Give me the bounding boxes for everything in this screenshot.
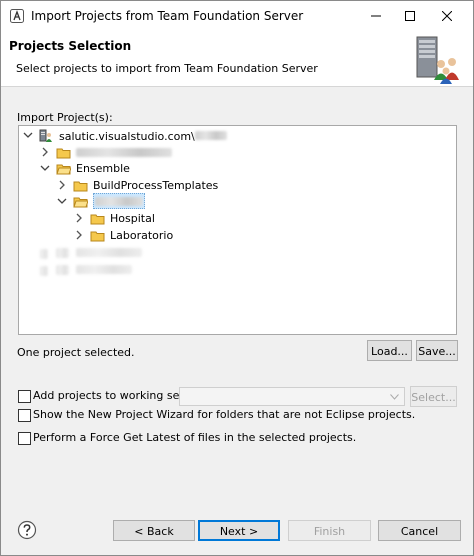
maximize-icon	[405, 11, 415, 21]
tree-row-hospital[interactable]: Hospital	[74, 210, 434, 227]
chevron-right-icon[interactable]	[74, 213, 84, 223]
working-set-label: Add projects to working set:	[33, 389, 188, 402]
app-icon	[10, 9, 24, 23]
redacted-folder-icon	[56, 248, 69, 258]
redacted-text	[95, 197, 143, 206]
chevron-down-icon[interactable]	[57, 196, 67, 206]
import-projects-label: Import Project(s):	[17, 111, 113, 124]
load-button[interactable]: Load...	[367, 340, 412, 361]
selection-status: One project selected.	[17, 346, 135, 359]
tree-item-label: Laboratorio	[110, 229, 174, 242]
chevron-down-icon[interactable]	[40, 163, 50, 173]
maximize-button[interactable]	[392, 3, 428, 29]
tree-item-label: Ensemble	[76, 162, 130, 175]
redacted-text	[76, 148, 172, 157]
folder-icon	[90, 231, 105, 242]
redacted-chevron	[40, 249, 48, 259]
tree-row-selected[interactable]	[57, 193, 437, 210]
redacted-chevron	[40, 266, 48, 276]
server-icon	[39, 129, 52, 142]
page-subtitle: Select projects to import from Team Foun…	[16, 62, 318, 75]
force-get-checkbox[interactable]	[18, 432, 31, 445]
select-working-set-button[interactable]: Select...	[410, 386, 457, 407]
redacted-text	[76, 265, 132, 274]
cancel-button[interactable]: Cancel	[378, 520, 461, 541]
redacted-text	[194, 131, 227, 140]
finish-button[interactable]: Finish	[288, 520, 371, 541]
tree-row[interactable]	[40, 144, 440, 161]
folder-open-icon	[56, 164, 71, 175]
folder-icon	[73, 181, 88, 192]
folder-icon	[90, 214, 105, 225]
chevron-right-icon[interactable]	[40, 147, 50, 157]
minimize-button[interactable]	[358, 3, 394, 29]
server-name: salutic.visualstudio.com\	[59, 130, 195, 143]
chevron-right-icon[interactable]	[57, 180, 67, 190]
working-set-checkbox[interactable]	[18, 390, 31, 403]
chevron-right-icon[interactable]	[74, 230, 84, 240]
redacted-text	[76, 248, 142, 257]
minimize-icon	[371, 15, 381, 17]
chevron-down-icon	[390, 394, 399, 400]
window-title: Import Projects from Team Foundation Ser…	[31, 9, 304, 23]
server-users-icon	[416, 36, 459, 84]
redacted-folder-icon	[56, 265, 69, 275]
tree-item-label: BuildProcessTemplates	[93, 179, 219, 192]
tree-row[interactable]	[40, 244, 440, 261]
tree-item-label: Hospital	[110, 212, 155, 225]
tree-row-laboratorio[interactable]: Laboratorio	[74, 227, 434, 244]
chevron-down-icon[interactable]	[23, 130, 33, 140]
new-project-wizard-checkbox[interactable]	[18, 409, 31, 422]
new-project-wizard-label: Show the New Project Wizard for folders …	[33, 408, 416, 421]
folder-open-icon	[73, 197, 88, 208]
tree-row[interactable]	[40, 261, 440, 278]
import-dialog: Import Projects from Team Foundation Ser…	[0, 0, 474, 556]
help-icon[interactable]	[17, 520, 37, 540]
folder-icon	[56, 148, 71, 159]
tree-row-server[interactable]: salutic.visualstudio.com\	[23, 127, 443, 144]
next-button[interactable]: Next >	[198, 520, 280, 541]
project-tree[interactable]: salutic.visualstudio.com\ Ensemble Build…	[18, 125, 457, 335]
working-set-combo[interactable]	[179, 387, 405, 406]
close-button[interactable]	[429, 3, 465, 29]
title-bar: Import Projects from Team Foundation Ser…	[1, 1, 473, 31]
tree-row-buildprocesstemplates[interactable]: BuildProcessTemplates	[57, 177, 437, 194]
tree-row-ensemble[interactable]: Ensemble	[40, 160, 440, 177]
save-button[interactable]: Save...	[416, 340, 458, 361]
force-get-label: Perform a Force Get Latest of files in t…	[33, 431, 357, 444]
back-button[interactable]: < Back	[113, 520, 195, 541]
page-title: Projects Selection	[9, 39, 132, 53]
close-icon	[442, 11, 452, 21]
wizard-header: Projects Selection Select projects to im…	[1, 31, 473, 87]
